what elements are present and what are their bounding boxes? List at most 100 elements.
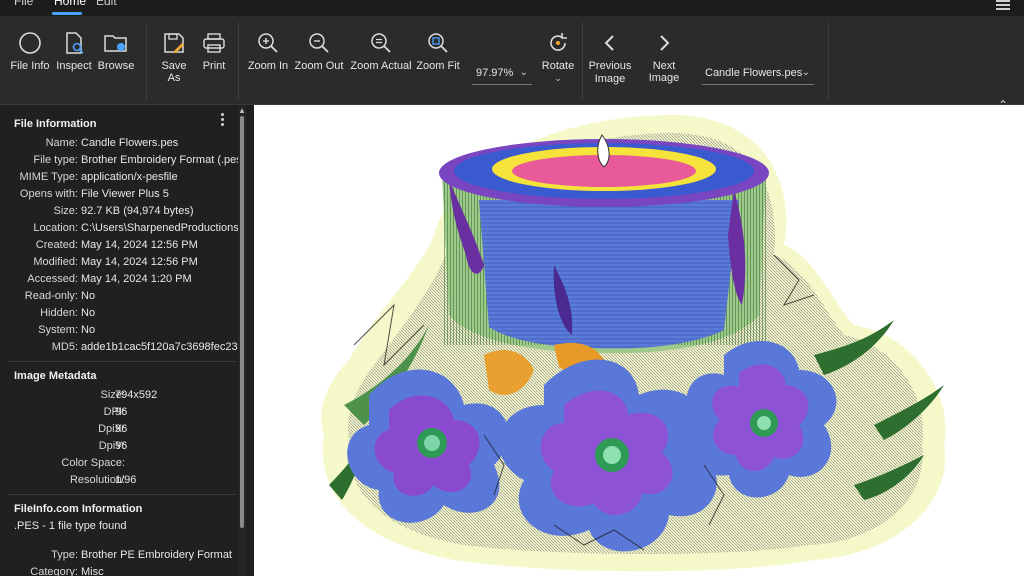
- metadata-label: Size:: [100, 389, 125, 401]
- file-info-label: Accessed:: [27, 273, 78, 285]
- menu-file[interactable]: File: [14, 0, 33, 8]
- file-switcher-dropdown[interactable]: Candle Flowers.pes ⌄: [702, 66, 814, 85]
- rotate-chevron-down-icon[interactable]: ⌄: [540, 73, 576, 84]
- previous-image-label-line2: Image: [594, 73, 626, 85]
- metadata-value: 794x592: [115, 389, 158, 401]
- zoom-out-label: Zoom Out: [294, 60, 344, 72]
- image-metadata-title: Image Metadata: [14, 370, 97, 382]
- zoom-actual-button[interactable]: Zoom Actual: [350, 30, 412, 72]
- metadata-label: DPI:: [103, 406, 125, 418]
- hamburger-menu-icon[interactable]: [996, 0, 1010, 10]
- zoom-actual-label: Zoom Actual: [350, 60, 412, 72]
- file-info-value: No: [81, 290, 96, 302]
- file-info-value: adde1b1cac5f120a7c3698fec23b...: [81, 341, 246, 353]
- file-info-label: Size:: [53, 205, 78, 217]
- zoom-in-icon: [254, 30, 282, 56]
- ribbon-separator: [238, 22, 239, 100]
- chevron-right-icon: [650, 30, 678, 56]
- chevron-down-icon: ⌄: [801, 67, 810, 78]
- file-info-label: File type:: [33, 154, 78, 166]
- fileinfo-label: Type:: [51, 549, 78, 561]
- file-info-value: application/x-pesfile: [81, 171, 178, 183]
- file-info-label: Name:: [45, 137, 78, 149]
- sidebar-scroll-thumb[interactable]: [240, 116, 244, 528]
- browse-label: Browse: [97, 60, 135, 72]
- browse-button[interactable]: Browse: [96, 30, 136, 72]
- section-divider: [8, 361, 236, 362]
- metadata-value: 96: [115, 406, 128, 418]
- menu-home[interactable]: Home: [54, 0, 86, 8]
- previous-image-button[interactable]: Previous Image: [588, 30, 632, 85]
- current-file-name: Candle Flowers.pes: [705, 67, 803, 79]
- embroidery-preview-image: [321, 115, 946, 572]
- zoom-fit-label: Zoom Fit: [416, 60, 460, 72]
- scroll-up-arrow-icon[interactable]: ▲: [238, 106, 246, 115]
- file-info-label: MIME Type:: [19, 171, 78, 183]
- rotate-icon: [544, 30, 572, 56]
- file-info-label: Location:: [33, 222, 78, 234]
- rotate-label: Rotate: [541, 60, 575, 72]
- zoom-actual-icon: [367, 30, 395, 56]
- zoom-fit-icon: [424, 30, 452, 56]
- file-info-label: Read-only:: [24, 290, 78, 302]
- chevron-down-icon: ⌄: [519, 67, 528, 78]
- zoom-out-icon: [305, 30, 333, 56]
- file-info-sidebar: File Information Name: Candle Flowers.pe…: [0, 105, 246, 576]
- file-info-label: File Info: [10, 60, 50, 72]
- rotate-button[interactable]: Rotate ⌄: [540, 30, 576, 84]
- zoom-in-button[interactable]: Zoom In: [246, 30, 290, 72]
- metadata-value: 96: [115, 440, 128, 452]
- metadata-label: Resolution:: [69, 474, 125, 486]
- file-info-label: Modified:: [33, 256, 78, 268]
- file-info-value: Brother Embroidery Format (.pes): [81, 154, 246, 166]
- next-image-label: Next Image: [648, 60, 680, 84]
- metadata-value: 1/96: [115, 474, 137, 486]
- ribbon-separator: [582, 22, 583, 100]
- menu-edit[interactable]: Edit: [96, 0, 117, 8]
- metadata-label: DpiY:: [98, 440, 125, 452]
- metadata-value: 96: [115, 423, 128, 435]
- zoom-in-label: Zoom In: [247, 60, 289, 72]
- image-viewer-canvas[interactable]: [254, 105, 1024, 576]
- file-information-title: File Information: [14, 118, 97, 130]
- save-as-label: Save As: [161, 60, 187, 84]
- fileinfo-label: Category:: [30, 566, 78, 576]
- save-as-button[interactable]: Save As: [154, 30, 194, 84]
- info-circle-icon: [16, 30, 44, 56]
- inspect-button[interactable]: Inspect: [54, 30, 94, 72]
- file-info-value: No: [81, 307, 96, 319]
- file-info-value: 92.7 KB (94,974 bytes): [81, 205, 194, 217]
- chevron-left-icon: [596, 30, 624, 56]
- print-label: Print: [202, 60, 226, 72]
- fileinfo-value: Brother PE Embroidery Format: [81, 549, 232, 561]
- print-button[interactable]: Print: [198, 30, 230, 72]
- zoom-level-dropdown[interactable]: 97.97% ⌄: [472, 66, 532, 85]
- fileinfo-summary: .PES - 1 file type found: [14, 520, 127, 532]
- file-info-value: May 14, 2024 12:56 PM: [81, 256, 198, 268]
- file-info-label: MD5:: [51, 341, 78, 353]
- more-options-icon[interactable]: [221, 113, 227, 128]
- zoom-fit-button[interactable]: Zoom Fit: [416, 30, 460, 72]
- file-info-label: Opens with:: [19, 188, 78, 200]
- top-menu-bar: File Home Edit: [0, 0, 1024, 16]
- file-info-value: No: [81, 324, 96, 336]
- active-tab-indicator: [52, 12, 82, 15]
- fileinfo-value: Misc: [81, 566, 104, 576]
- file-info-value: Candle Flowers.pes: [81, 137, 179, 149]
- ribbon-toolbar: File Info Inspect Browse Save As Print Z…: [0, 16, 1024, 112]
- file-info-value: May 14, 2024 1:20 PM: [81, 273, 192, 285]
- browse-folder-icon: [102, 30, 130, 56]
- previous-image-label-line1: Previous: [588, 60, 632, 72]
- file-info-label: Hidden:: [40, 307, 78, 319]
- file-info-value: C:\Users\SharpenedProductions...: [81, 222, 246, 234]
- file-info-label: System:: [38, 324, 78, 336]
- zoom-out-button[interactable]: Zoom Out: [294, 30, 344, 72]
- next-image-button[interactable]: Next Image: [636, 30, 692, 84]
- ribbon-separator: [828, 22, 829, 100]
- inspect-label: Inspect: [56, 60, 92, 72]
- file-info-button[interactable]: File Info: [10, 30, 50, 72]
- metadata-label: Color Space:: [61, 457, 125, 469]
- printer-icon: [200, 30, 228, 56]
- fileinfo-com-title: FileInfo.com Information: [14, 503, 143, 515]
- file-info-label: Created:: [35, 239, 78, 251]
